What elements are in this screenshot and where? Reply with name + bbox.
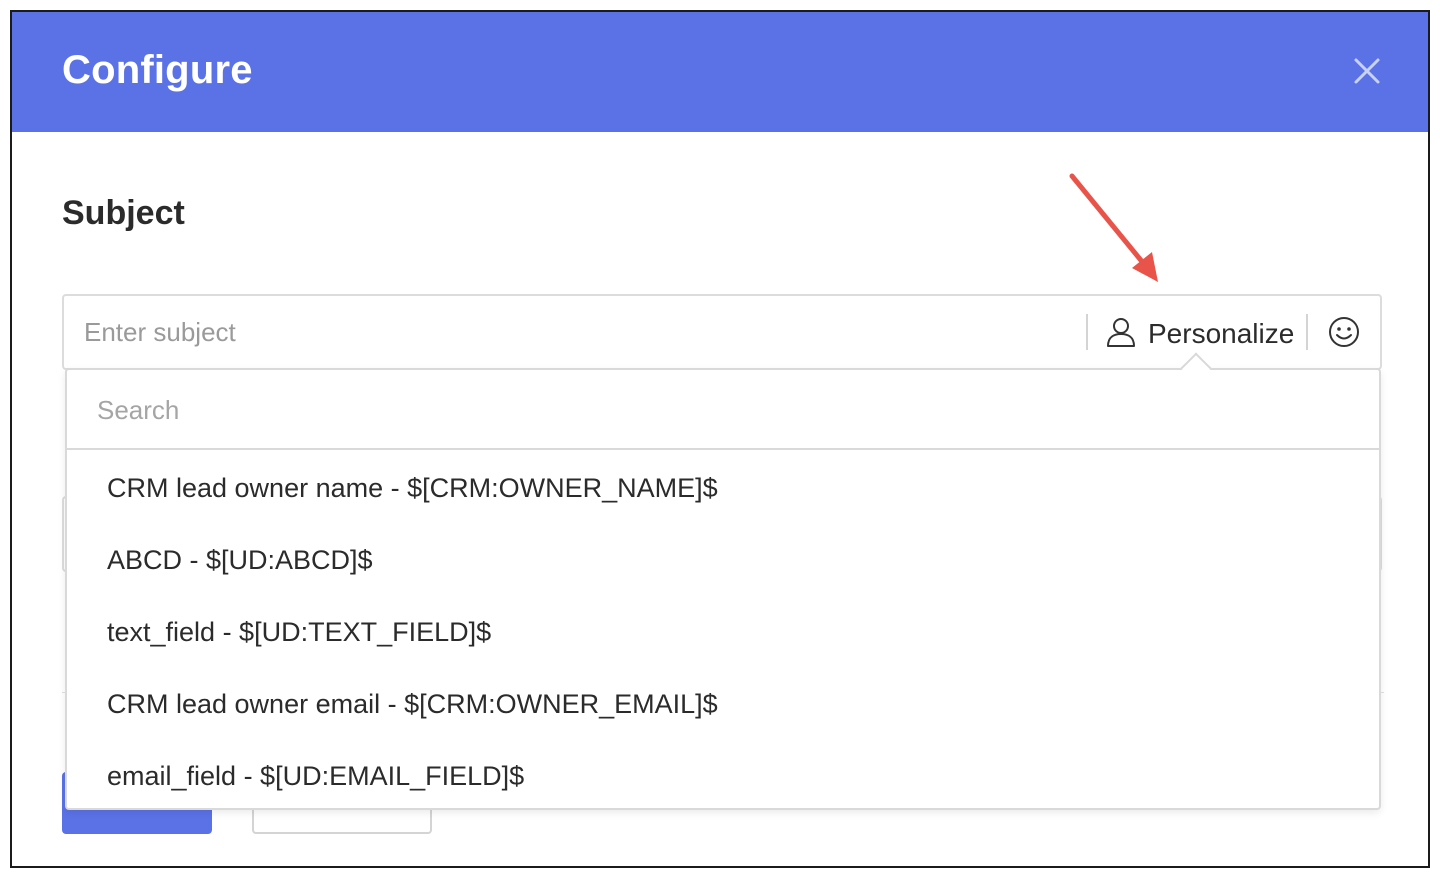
menu-item[interactable]: CRM lead owner email - $[CRM:OWNER_EMAIL…	[67, 668, 1379, 740]
configure-dialog: Configure Subject Personalize	[10, 10, 1430, 868]
separator	[1086, 314, 1088, 350]
subject-field: Personalize	[62, 294, 1382, 370]
search-input[interactable]	[97, 390, 1297, 430]
menu-item[interactable]: ABCD - $[UD:ABCD]$	[67, 524, 1379, 596]
subject-input[interactable]	[84, 312, 1074, 352]
menu-item[interactable]: CRM lead owner name - $[CRM:OWNER_NAME]$	[67, 452, 1379, 524]
smiley-icon[interactable]	[1326, 314, 1362, 350]
personalize-label: Personalize	[1148, 318, 1295, 349]
menu-item[interactable]: text_field - $[UD:TEXT_FIELD]$	[67, 596, 1379, 668]
dropdown-search	[67, 370, 1379, 450]
dialog-header: Configure	[12, 12, 1428, 132]
personalize-dropdown: CRM lead owner name - $[CRM:OWNER_NAME]$…	[65, 352, 1381, 812]
dialog-title: Configure	[62, 48, 253, 92]
person-icon	[1106, 316, 1136, 353]
option-list: CRM lead owner name - $[CRM:OWNER_NAME]$…	[67, 452, 1379, 812]
menu-item[interactable]: email_field - $[UD:EMAIL_FIELD]$	[67, 740, 1379, 812]
close-icon[interactable]	[1352, 56, 1382, 86]
separator	[1306, 314, 1308, 350]
subject-label: Subject	[62, 194, 185, 232]
personalize-button[interactable]: Personalize	[1106, 314, 1294, 354]
